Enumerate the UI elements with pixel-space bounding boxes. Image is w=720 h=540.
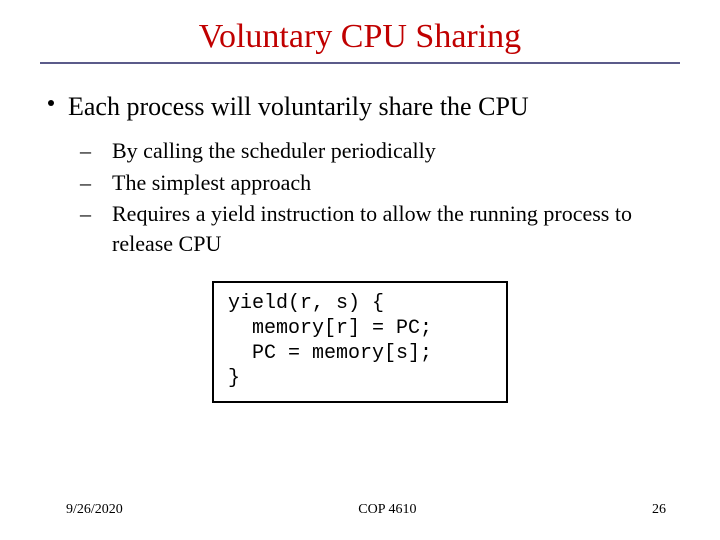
bullet-text: Each process will voluntarily share the … bbox=[68, 92, 529, 122]
dash-icon: – bbox=[96, 136, 112, 166]
sub-bullet-item: –Requires a yield instruction to allow t… bbox=[96, 199, 680, 258]
sub-bullet-list: –By calling the scheduler periodically –… bbox=[96, 136, 680, 259]
bullet-dot-icon bbox=[48, 100, 54, 106]
dash-icon: – bbox=[96, 168, 112, 198]
code-snippet: yield(r, s) { memory[r] = PC; PC = memor… bbox=[212, 281, 508, 403]
sub-bullet-text: Requires a yield instruction to allow th… bbox=[112, 201, 632, 256]
sub-bullet-text: The simplest approach bbox=[112, 170, 311, 195]
sub-bullet-item: –The simplest approach bbox=[96, 168, 680, 198]
sub-bullet-text: By calling the scheduler periodically bbox=[112, 138, 436, 163]
title-underline bbox=[40, 62, 680, 64]
footer-page-number: 26 bbox=[652, 502, 666, 518]
footer-course: COP 4610 bbox=[358, 502, 416, 518]
slide-footer: 9/26/2020 COP 4610 26 bbox=[0, 502, 720, 518]
sub-bullet-item: –By calling the scheduler periodically bbox=[96, 136, 680, 166]
dash-icon: – bbox=[96, 199, 112, 229]
slide-title: Voluntary CPU Sharing bbox=[40, 18, 680, 62]
footer-date: 9/26/2020 bbox=[66, 502, 123, 518]
bullet-item: Each process will voluntarily share the … bbox=[48, 92, 680, 122]
